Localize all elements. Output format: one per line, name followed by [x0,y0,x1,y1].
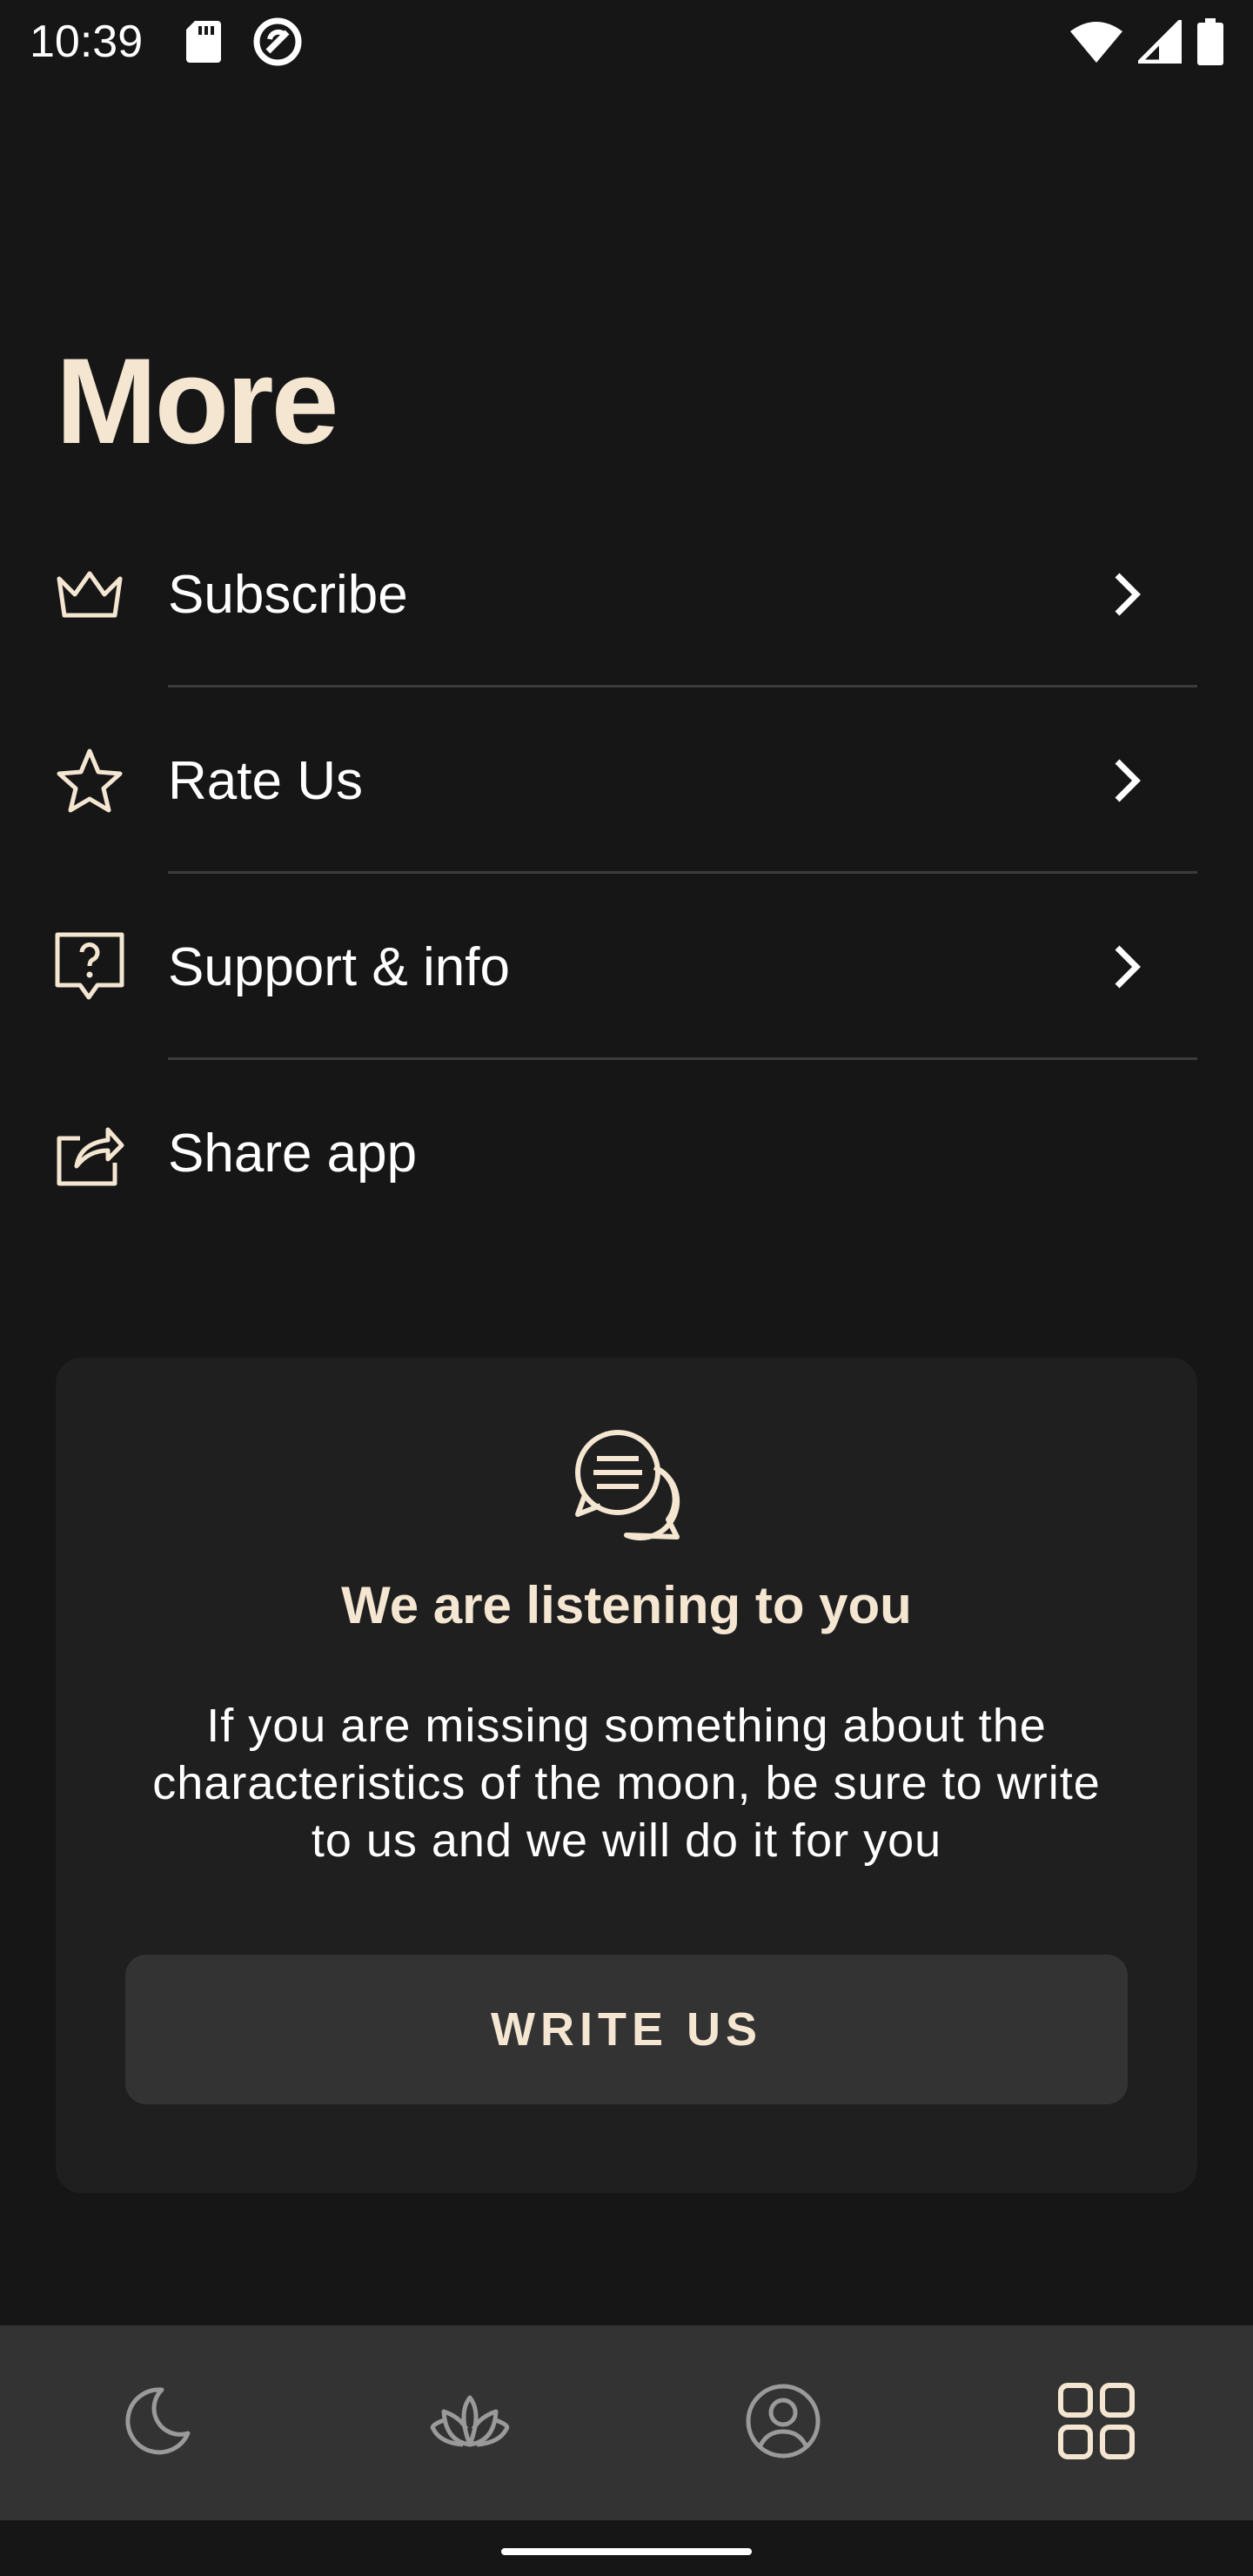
nav-item-moon[interactable] [0,2325,313,2520]
more-screen: 10:39 More Subscribe Rate Us Support & i… [0,0,1253,2576]
battery-icon [1197,18,1223,65]
page-title: More [56,332,338,469]
card-title: We are listening to you [341,1576,912,1634]
chevron-right-icon [1109,755,1147,807]
status-left-icons [186,17,303,67]
star-icon [54,745,125,816]
wifi-icon [1070,21,1122,63]
share-icon [54,1117,125,1189]
menu-item-rate-us[interactable]: Rate Us [0,688,1253,874]
write-us-button[interactable]: WRITE US [125,1955,1128,2104]
status-bar: 10:39 [0,0,1253,84]
menu-item-subscribe[interactable]: Subscribe [0,501,1253,688]
chevron-right-icon [1109,568,1147,621]
sd-card-icon [186,21,222,63]
feedback-card: We are listening to you If you are missi… [56,1358,1197,2193]
nav-item-more[interactable] [940,2325,1253,2520]
signal-icon [1138,20,1182,64]
grid-icon [1057,2382,1136,2465]
profile-icon [745,2383,821,2464]
vpn-icon [252,17,303,67]
bottom-nav [0,2325,1253,2520]
menu-item-label: Subscribe [168,564,408,625]
lotus-icon [428,2391,512,2456]
nav-item-profile[interactable] [626,2325,940,2520]
menu-item-support-info[interactable]: Support & info [0,874,1253,1060]
crown-icon [54,559,125,630]
card-description: If you are missing something about the c… [152,1700,1101,1867]
moon-icon [120,2385,193,2462]
menu-item-label: Rate Us [168,750,363,811]
status-right-icons [1070,18,1223,65]
chat-bubbles-icon [567,1424,686,1542]
menu-item-label: Share app [168,1123,418,1184]
menu-item-share-app[interactable]: Share app [0,1060,1253,1246]
status-time: 10:39 [30,17,144,67]
menu-item-label: Support & info [168,936,510,997]
chevron-right-icon [1109,941,1147,993]
help-bubble-icon [54,931,125,1003]
gesture-handle[interactable] [501,2548,752,2555]
nav-item-meditation[interactable] [313,2325,626,2520]
